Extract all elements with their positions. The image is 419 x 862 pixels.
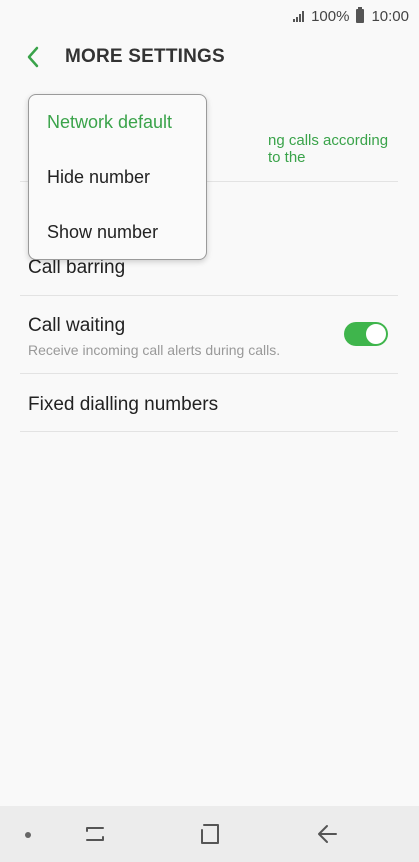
call-waiting-label: Call waiting (28, 315, 126, 336)
menu-item-network-default[interactable]: Network default (29, 95, 206, 150)
chevron-left-icon (27, 46, 39, 68)
clock: 10:00 (371, 7, 409, 25)
call-waiting-setting[interactable]: Call waiting Receive incoming call alert… (20, 296, 398, 374)
menu-item-show-number[interactable]: Show number (29, 205, 206, 260)
fixed-dialling-setting[interactable]: Fixed dialling numbers (20, 374, 398, 432)
app-header: MORE SETTINGS (0, 32, 419, 82)
signal-icon (293, 10, 305, 22)
battery-percentage: 100% (311, 7, 350, 25)
menu-item-hide-number[interactable]: Hide number (29, 150, 206, 205)
back-button[interactable] (20, 44, 46, 70)
toggle-knob (365, 323, 387, 345)
page-title: MORE SETTINGS (65, 46, 225, 67)
status-bar: 100% 10:00 (0, 0, 419, 32)
recent-apps-icon[interactable] (82, 822, 108, 846)
battery-icon (356, 7, 365, 23)
call-waiting-toggle[interactable] (344, 322, 388, 346)
call-waiting-description: Receive incoming call alerts during call… (28, 342, 281, 358)
caller-id-popup-menu: Network default Hide number Show number (28, 94, 207, 260)
back-icon[interactable] (314, 821, 340, 847)
call-barring-label: Call barring (28, 257, 126, 278)
caller-id-subtitle: ng calls according to the (268, 132, 389, 166)
fixed-dialling-label: Fixed dialling numbers (28, 394, 219, 415)
home-icon[interactable] (199, 822, 223, 846)
dot-icon (25, 832, 31, 838)
navigation-bar (0, 806, 419, 862)
